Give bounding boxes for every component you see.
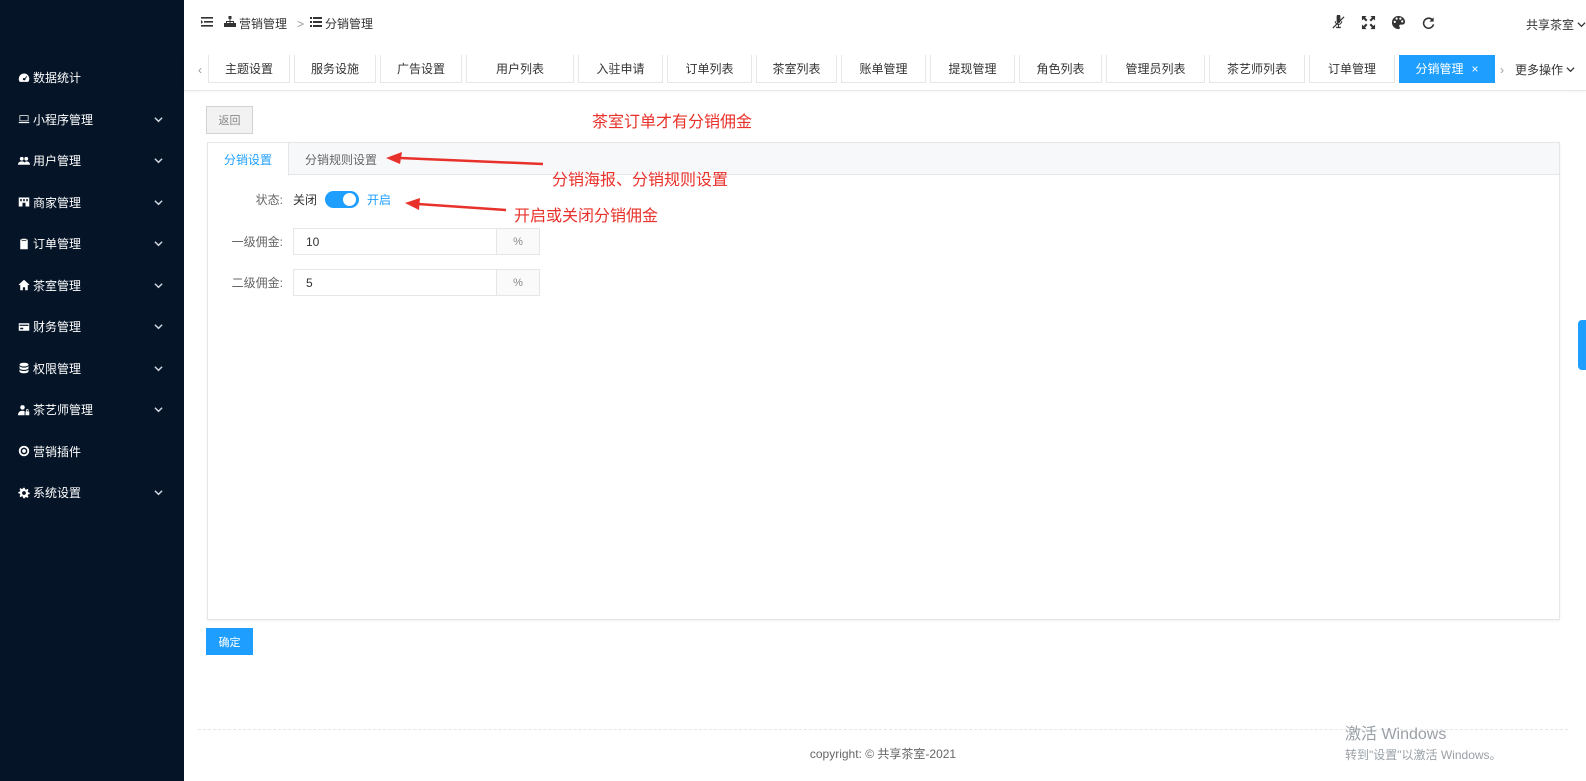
arrowhead-switch: [405, 198, 420, 210]
watermark-line1: 激活 Windows: [1345, 726, 1447, 743]
arrowhead-tabs: [386, 152, 402, 164]
floating-side-tab[interactable]: [1578, 320, 1586, 370]
watermark-line2: 转到"设置"以激活 Windows。: [1345, 748, 1502, 762]
arrow-to-switch: [417, 202, 507, 212]
arrow-to-tabs: [399, 156, 544, 166]
annotation-arrows: [386, 152, 544, 212]
app-root: 数据统计 小程序管理 用户管理 商家管理 订单管理 茶室管理 财务管理 权限管理…: [0, 0, 1586, 781]
windows-activation-watermark: 激活 Windows 转到"设置"以激活 Windows。: [1345, 720, 1502, 763]
